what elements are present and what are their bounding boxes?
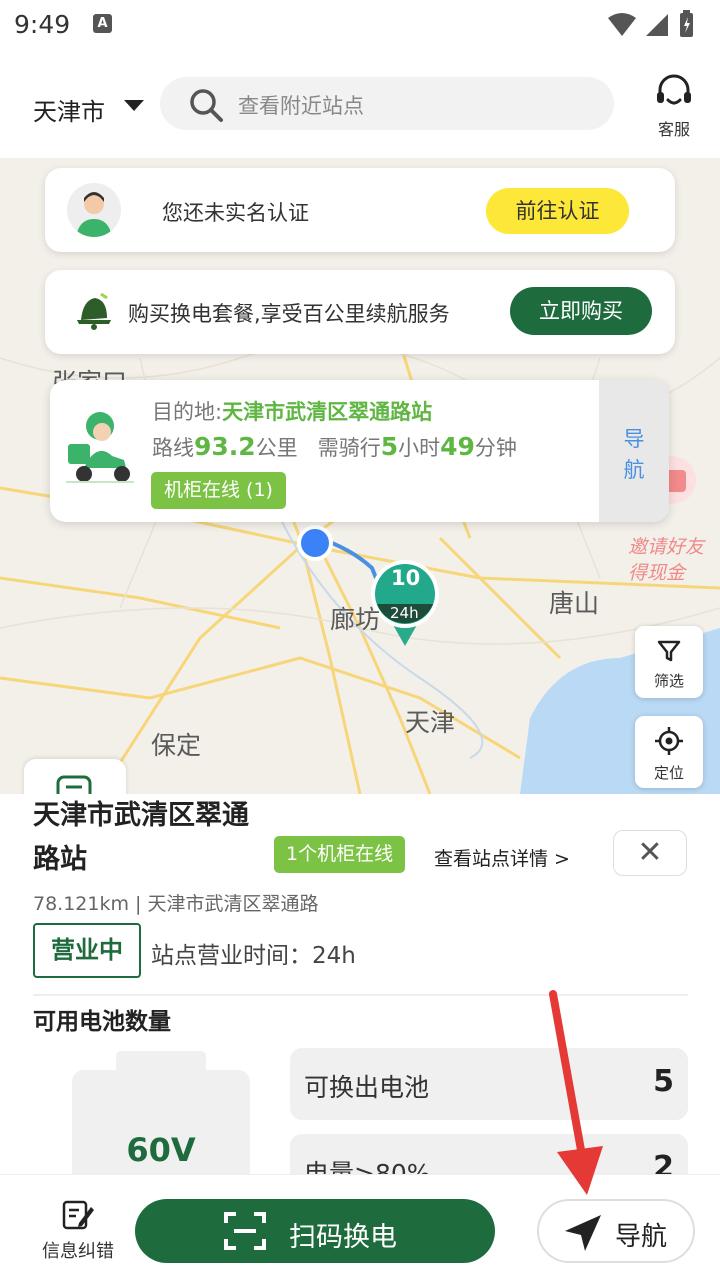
list-icon (56, 775, 92, 794)
battery-section-title: 可用电池数量 (33, 1009, 171, 1035)
info-correction-button[interactable]: 信息纠错 (30, 1199, 126, 1263)
list-tab[interactable] (24, 759, 126, 794)
destination-row: 目的地:天津市武清区翠通路站 (152, 396, 432, 426)
caret-down-icon[interactable] (124, 100, 144, 111)
package-message: 购买换电套餐,享受百公里续航服务 (128, 302, 450, 326)
stat-label: 可换出电池 (304, 1073, 430, 1102)
rider-illustration (66, 412, 134, 483)
invite-line-1: 邀请好友 (628, 536, 705, 558)
online-cabinet-badge: 1个机柜在线 (274, 836, 406, 873)
stat-value: 5 (653, 1064, 674, 1099)
ride-minutes-unit: 分钟 (474, 436, 517, 460)
headset-icon (657, 74, 691, 105)
stat-label: 电量>80% (304, 1159, 431, 1174)
notification-icon: A (93, 14, 112, 33)
navigate-label: 导航 (615, 1222, 668, 1252)
verify-button[interactable]: 前往认证 (486, 188, 629, 234)
filter-label: 筛选 (653, 672, 684, 690)
locate-icon (655, 727, 683, 755)
battery-icon (680, 10, 693, 37)
open-status-badge: 营业中 (33, 923, 141, 978)
bottom-action-bar: 信息纠错 扫码换电 导航 (0, 1174, 720, 1280)
invite-friends-link[interactable]: 邀请好友 得现金 (628, 534, 704, 586)
search-placeholder: 查看附近站点 (238, 94, 364, 118)
scan-icon (224, 1212, 266, 1250)
navigate-side-line-2: 航 (623, 458, 645, 482)
navigation-arrow-icon (565, 1215, 601, 1251)
locate-button[interactable]: 定位 (635, 716, 703, 788)
map-label: 天津 (405, 708, 456, 737)
invite-line-2: 得现金 (628, 562, 686, 584)
locate-label: 定位 (653, 764, 684, 782)
verification-card: 您还未实名认证 前往认证 (45, 168, 675, 252)
map-view[interactable]: 张家口 唐山 廊坊 天津 保定 10 24h 邀请好友 得现金 您还未实名认证 … (0, 158, 720, 794)
top-header: 天津市 查看附近站点 客服 (0, 50, 720, 158)
verification-message: 您还未实名认证 (162, 201, 309, 225)
station-marker-hours: 24h (390, 604, 419, 622)
package-card: 购买换电套餐,享受百公里续航服务 立即购买 (45, 270, 675, 354)
ride-hours-unit: 小时 (398, 436, 441, 460)
destination-prefix: 目的地: (152, 400, 223, 424)
city-selector[interactable]: 天津市 (33, 92, 105, 127)
search-bar[interactable]: 查看附近站点 (160, 77, 614, 130)
ride-prefix: 需骑行 (317, 436, 381, 460)
cabinet-online-badge: 机柜在线 (1) (151, 472, 286, 509)
bell-icon (77, 292, 111, 330)
customer-service-button[interactable]: 客服 (648, 74, 700, 140)
buy-now-button[interactable]: 立即购买 (510, 287, 652, 335)
route-unit: 公里 (255, 436, 298, 460)
signal-icon (646, 14, 668, 36)
station-marker-count[interactable]: 10 (391, 566, 420, 590)
station-detail-link[interactable]: 查看站点详情 > (434, 844, 570, 871)
filter-button[interactable]: 筛选 (635, 626, 703, 698)
info-correction-label: 信息纠错 (42, 1241, 114, 1262)
scan-swap-label: 扫码换电 (289, 1222, 397, 1253)
ride-minutes: 49 (440, 432, 475, 461)
filter-icon (657, 640, 681, 662)
status-icons (606, 10, 706, 44)
station-address: 78.121km | 天津市武清区翠通路 (33, 893, 319, 915)
map-label: 唐山 (549, 589, 600, 618)
scan-swap-button[interactable]: 扫码换电 (135, 1199, 495, 1263)
navigate-button[interactable]: 导航 (537, 1199, 695, 1263)
status-bar: 9:49 A (0, 0, 720, 50)
divider (33, 994, 688, 996)
station-name: 天津市武清区翠通路站 (33, 800, 249, 875)
current-location-dot (297, 525, 333, 561)
stat-row-swappable: 可换出电池 5 (290, 1048, 688, 1120)
status-time: 9:49 (14, 10, 71, 39)
map-label: 廊坊 (330, 605, 381, 634)
navigate-side-line-1: 导 (623, 427, 645, 451)
route-distance: 93.2 (194, 432, 256, 461)
battery-graphic: 60V (72, 1051, 250, 1174)
route-prefix: 路线 (152, 436, 194, 460)
stat-row-charged: 电量>80% 2 (290, 1134, 688, 1174)
destination-name: 天津市武清区翠通路站 (222, 400, 433, 424)
search-icon (190, 89, 223, 122)
service-label: 客服 (657, 120, 690, 139)
wifi-icon (608, 13, 636, 36)
route-row: 路线93.2公里 需骑行5小时49分钟 (152, 432, 517, 462)
map-label: 保定 (151, 731, 202, 760)
edit-note-icon (62, 1200, 94, 1230)
close-button[interactable]: ✕ (613, 830, 687, 876)
avatar-icon (67, 183, 121, 237)
station-sheet: 天津市武清区翠通路站 1个机柜在线 查看站点详情 > ✕ 78.121km | … (0, 794, 720, 1174)
ride-hours: 5 (380, 432, 399, 461)
destination-card: 目的地:天津市武清区翠通路站 路线93.2公里 需骑行5小时49分钟 机柜在线 … (50, 380, 669, 522)
stat-value: 2 (653, 1150, 674, 1174)
navigate-side-button[interactable]: 导 航 (599, 380, 669, 522)
battery-voltage: 60V (126, 1131, 196, 1169)
opening-hours: 站点营业时间：24h (151, 943, 356, 969)
